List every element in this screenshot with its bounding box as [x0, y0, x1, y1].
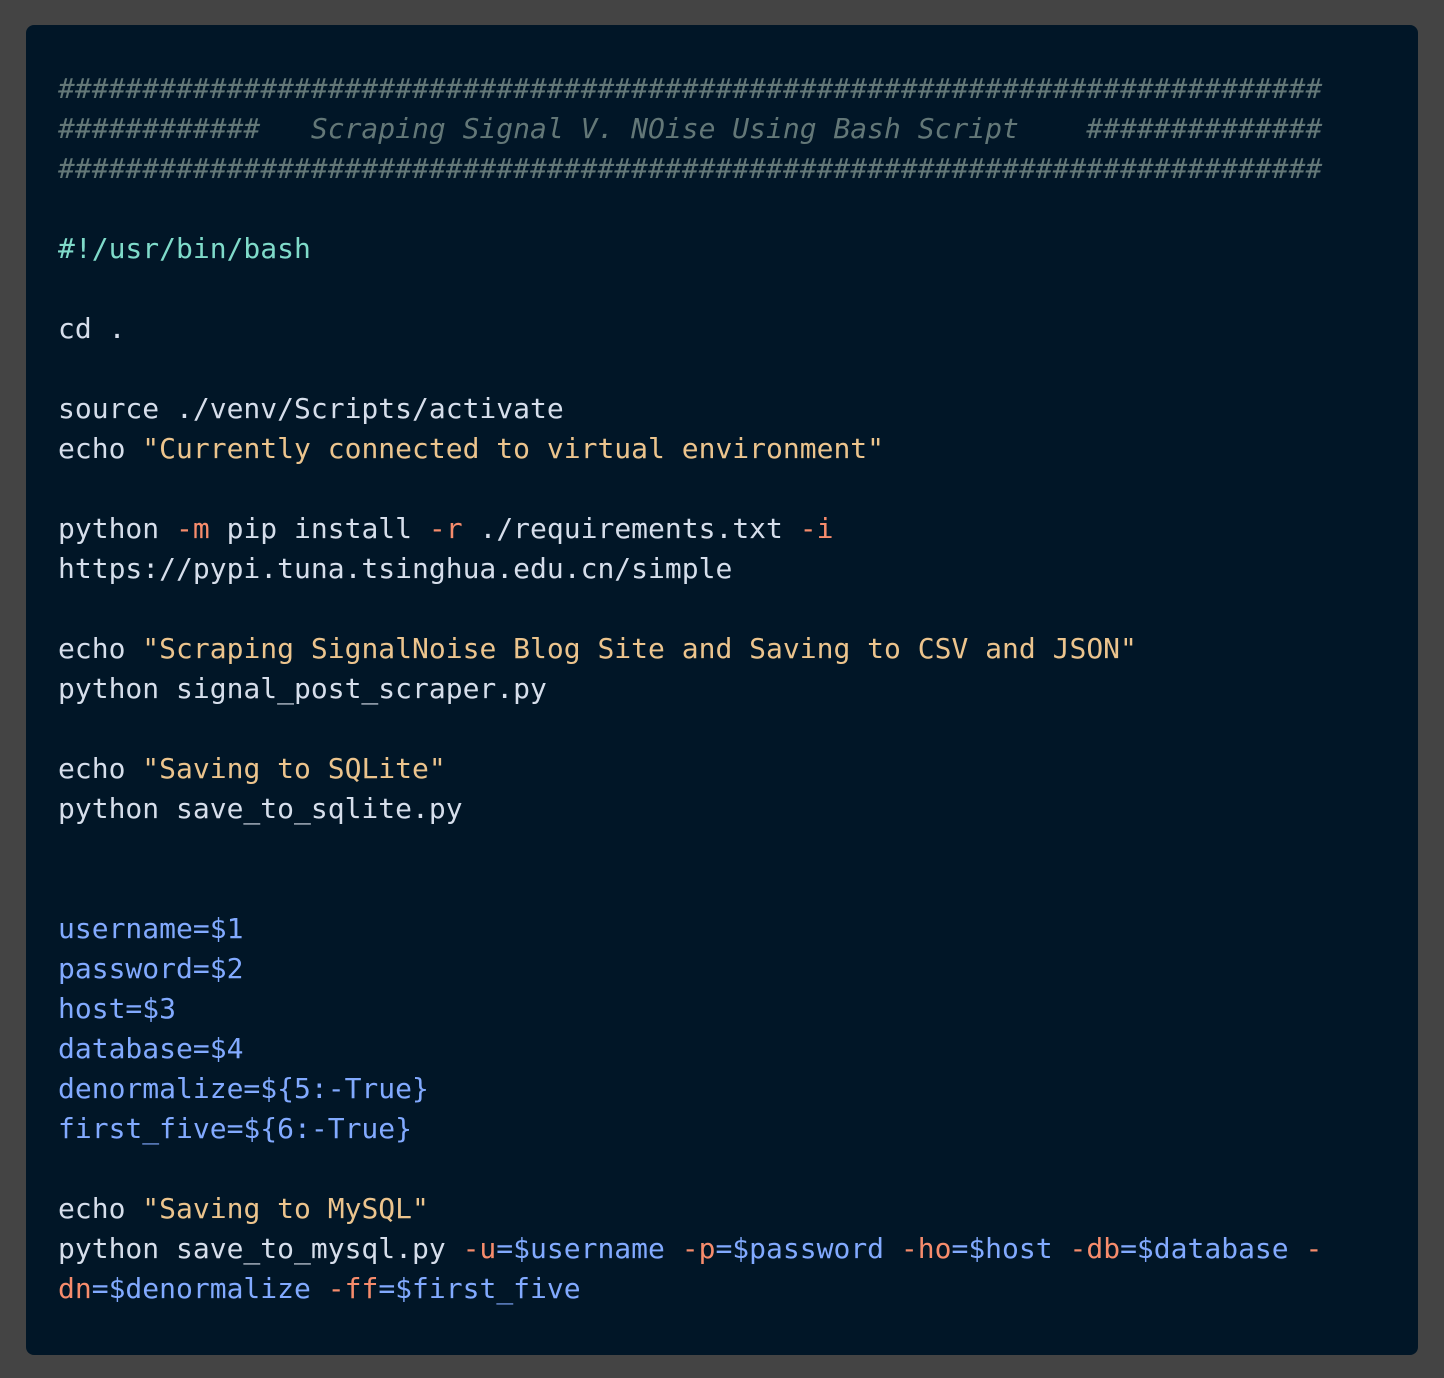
code-token-var: password=$2	[58, 952, 244, 985]
code-token-plain: python save_to_mysql.py	[58, 1232, 463, 1265]
code-token-plain: echo	[58, 752, 143, 785]
code-token-var: =$denormalize	[91, 1272, 328, 1305]
code-token-plain: echo	[58, 432, 143, 465]
code-token-cmt: ############ Scraping Signal V. NOise Us…	[58, 112, 1323, 145]
code-token-var: =$first_five	[378, 1272, 581, 1305]
code-line: #!/usr/bin/bash	[58, 229, 1322, 269]
code-line: python -m pip install -r ./requirements.…	[58, 509, 1322, 549]
code-token-plain: https://pypi.tuna.tsinghua.edu.cn/simple	[58, 552, 733, 585]
code-line: echo "Scraping SignalNoise Blog Site and…	[58, 629, 1322, 669]
code-line: python save_to_sqlite.py	[58, 789, 1322, 829]
code-token-var: denormalize=${5:-True}	[58, 1072, 429, 1105]
code-token-var: database=$4	[58, 1032, 244, 1065]
code-token-var: =$password	[715, 1232, 901, 1265]
code-token-plain: python save_to_sqlite.py	[58, 792, 463, 825]
code-line: https://pypi.tuna.tsinghua.edu.cn/simple	[58, 549, 1322, 589]
code-token-plain: pip install	[209, 512, 429, 545]
code-token-var: =$host	[951, 1232, 1070, 1265]
code-line: denormalize=${5:-True}	[58, 1069, 1322, 1109]
code-line: dn=$denormalize -ff=$first_five	[58, 1269, 1322, 1309]
code-token-cmt: ########################################…	[58, 152, 1323, 185]
code-line: host=$3	[58, 989, 1322, 1029]
code-token-flag: -p	[681, 1232, 716, 1265]
code-token-plain: ./requirements.txt	[462, 512, 800, 545]
code-line: echo "Currently connected to virtual env…	[58, 429, 1322, 469]
code-token-cmt: ########################################…	[58, 72, 1323, 105]
code-token-var: username=$1	[58, 912, 244, 945]
code-token-shebang: #!/usr/bin/bash	[58, 232, 311, 265]
code-token-plain: echo	[58, 632, 143, 665]
code-block: ########################################…	[26, 25, 1418, 1355]
code-token-flag: -ho	[900, 1232, 952, 1265]
code-line: echo "Saving to MySQL"	[58, 1189, 1322, 1229]
code-line: python signal_post_scraper.py	[58, 669, 1322, 709]
code-token-plain: echo	[58, 1192, 143, 1225]
code-line: ############ Scraping Signal V. NOise Us…	[58, 109, 1322, 149]
code-token-var: =$username	[496, 1232, 682, 1265]
code-token-flag: -m	[176, 512, 210, 545]
code-token-var: =$database	[1120, 1232, 1306, 1265]
code-token-flag: -u	[462, 1232, 497, 1265]
code-token-str: "Currently connected to virtual environm…	[142, 432, 885, 465]
code-line: python save_to_mysql.py -u=$username -p=…	[58, 1229, 1322, 1269]
code-line: first_five=${6:-True}	[58, 1109, 1322, 1149]
code-line: cd .	[58, 309, 1322, 349]
code-token-flag: -r	[428, 512, 463, 545]
code-token-flag: dn	[58, 1272, 92, 1305]
code-token-plain: python signal_post_scraper.py	[58, 672, 547, 705]
code-token-str: "Saving to MySQL"	[142, 1192, 429, 1225]
code-token-flag: -ff	[327, 1272, 379, 1305]
code-content: ########################################…	[58, 69, 1322, 1309]
code-line: database=$4	[58, 1029, 1322, 1069]
code-token-var: first_five=${6:-True}	[58, 1112, 413, 1145]
code-line: source ./venv/Scripts/activate	[58, 389, 1322, 429]
code-line: username=$1	[58, 909, 1322, 949]
code-token-flag: -db	[1069, 1232, 1121, 1265]
code-line: ########################################…	[58, 149, 1322, 189]
code-token-str: "Saving to SQLite"	[142, 752, 446, 785]
code-token-plain: python	[58, 512, 177, 545]
code-line: echo "Saving to SQLite"	[58, 749, 1322, 789]
code-token-plain: cd .	[58, 312, 126, 345]
code-line: password=$2	[58, 949, 1322, 989]
code-token-var: host=$3	[58, 992, 177, 1025]
code-token-flag: -	[1305, 1232, 1323, 1265]
code-token-flag: -i	[799, 512, 834, 545]
code-token-plain: source ./venv/Scripts/activate	[58, 392, 564, 425]
code-line: ########################################…	[58, 69, 1322, 109]
code-token-str: "Scraping SignalNoise Blog Site and Savi…	[142, 632, 1137, 665]
